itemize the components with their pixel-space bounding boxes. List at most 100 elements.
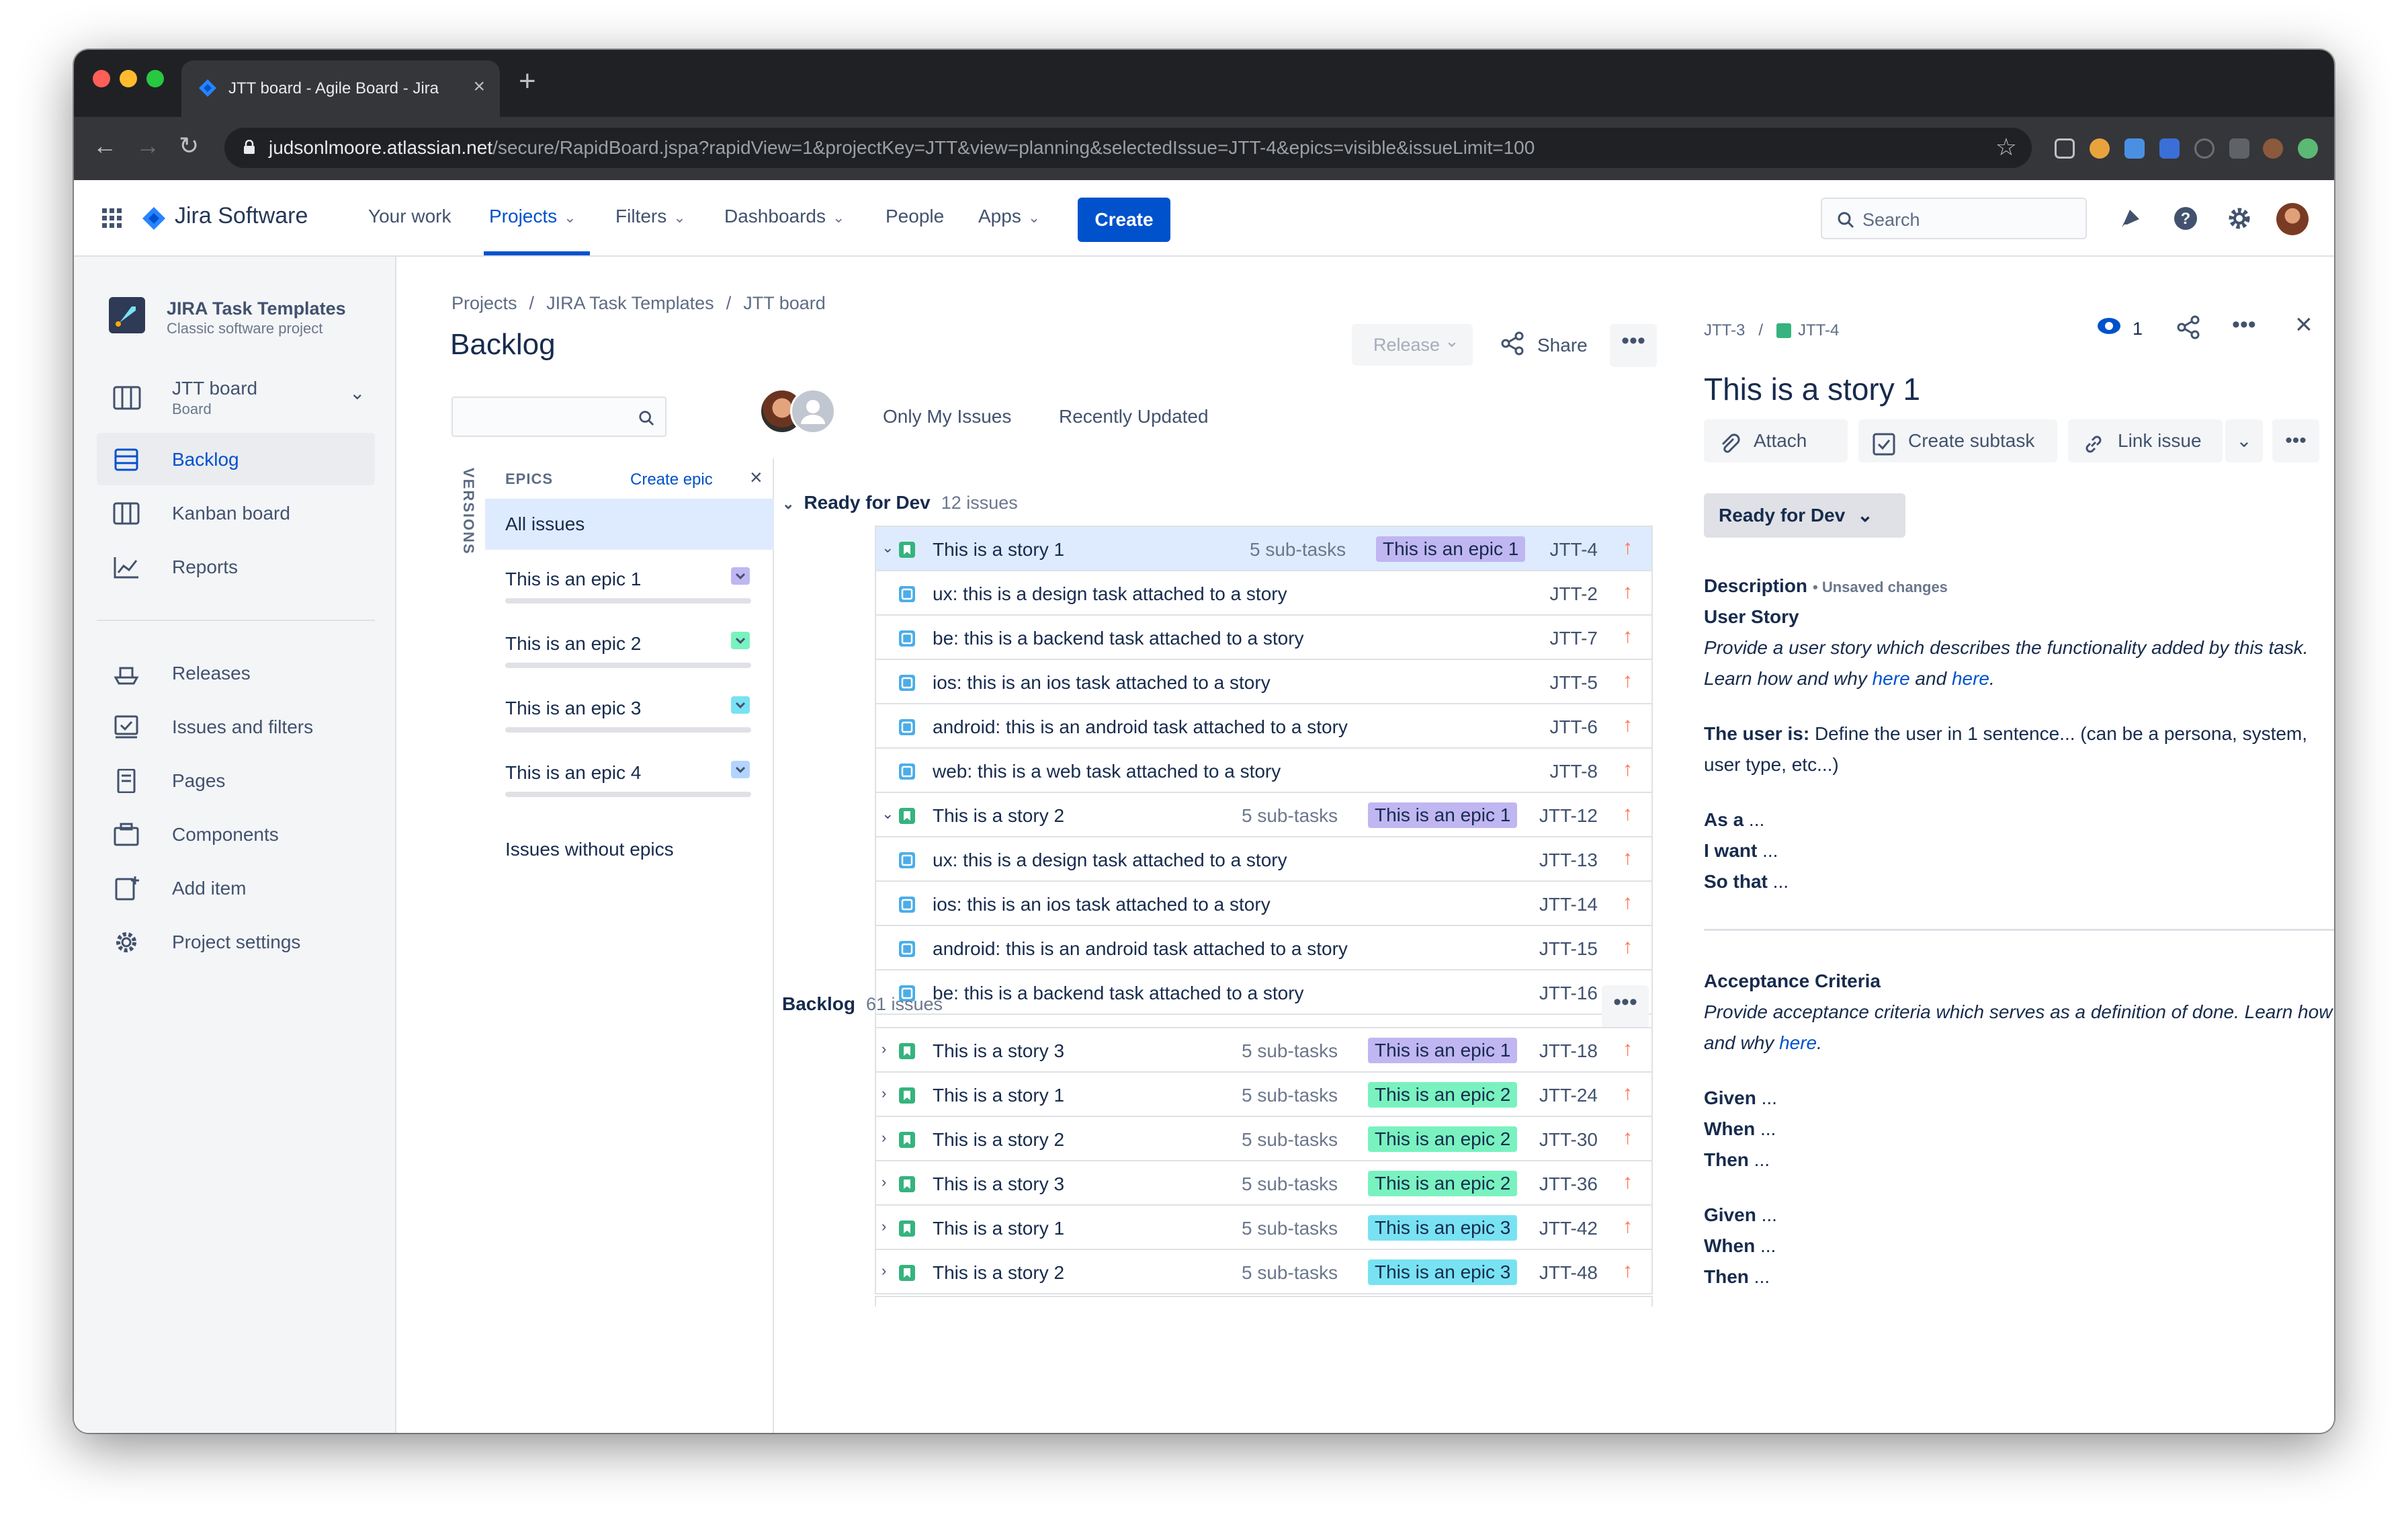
sidebar-item-pages[interactable]: Pages	[97, 754, 375, 806]
issue-key[interactable]: JTT-48	[1539, 1262, 1598, 1284]
issue-row[interactable]: › This is a story 1 5 sub-tasks This is an …	[876, 1073, 1651, 1117]
watchers-button[interactable]: 1	[2096, 316, 2143, 345]
nav-projects[interactable]: Projects ⌄	[489, 206, 576, 227]
unassigned-filter-avatar[interactable]	[790, 388, 836, 434]
expand-chevron-right-icon[interactable]: ›	[882, 1173, 886, 1191]
search-input[interactable]: Search	[1821, 198, 2087, 239]
sidebar-item-issues-and-filters[interactable]: Issues and filters	[97, 700, 375, 753]
docs-extension-icon[interactable]	[2159, 138, 2180, 159]
epic-lozenge[interactable]: This is an epic 1	[1368, 1038, 1518, 1063]
create-subtask-button[interactable]: Create subtask	[1858, 419, 2057, 462]
sprint-header[interactable]: ⌄ Ready for Dev 12 issues	[782, 492, 1018, 513]
issue-key[interactable]: JTT-24	[1539, 1085, 1598, 1106]
reload-icon[interactable]: ↻	[179, 132, 199, 160]
quick-filter-only-my-issues[interactable]: Only My Issues	[883, 406, 1011, 427]
issue-key-link[interactable]: JTT-4	[1798, 321, 1839, 339]
epic-item[interactable]: This is an epic 2	[505, 625, 754, 687]
close-icon[interactable]: ×	[2295, 308, 2313, 341]
sidebar-item-add-item[interactable]: Add item	[97, 862, 375, 914]
issue-row[interactable]: › This is a story 2 5 sub-tasks This is an …	[876, 1117, 1651, 1161]
link-issue-dropdown-button[interactable]: ⌄	[2225, 419, 2263, 462]
share-icon[interactable]	[2176, 315, 2201, 343]
epic-lozenge[interactable]: This is an epic 1	[1376, 536, 1526, 562]
epic-item[interactable]: This is an epic 1	[505, 561, 754, 622]
nav-dashboards[interactable]: Dashboards ⌄	[724, 206, 845, 227]
breadcrumb-board[interactable]: JTT board	[743, 293, 826, 313]
issue-key[interactable]: JTT-30	[1539, 1129, 1598, 1151]
cookie-extension-icon[interactable]	[2090, 138, 2110, 159]
issue-row[interactable]: be: this is a backend task attached to a…	[876, 616, 1651, 660]
app-switcher-icon[interactable]	[101, 207, 124, 230]
detail-more-button[interactable]: •••	[2272, 419, 2319, 462]
issue-key[interactable]: JTT-6	[1549, 716, 1598, 738]
layers-extension-icon[interactable]	[2229, 138, 2249, 159]
address-bar[interactable]: judsonlmoore.atlassian.net/secure/RapidB…	[224, 128, 2032, 168]
epic-color-chevron-icon[interactable]	[731, 696, 750, 714]
project-avatar[interactable]	[109, 297, 145, 333]
share-button[interactable]: Share	[1500, 324, 1602, 366]
issue-row[interactable]: › This is a story 2 5 sub-tasks This is an …	[876, 1250, 1651, 1294]
epic-lozenge[interactable]: This is an epic 2	[1368, 1126, 1518, 1152]
status-dropdown[interactable]: Ready for Dev ⌄	[1704, 493, 1905, 538]
expand-chevron-down-icon[interactable]: ⌄	[882, 805, 894, 823]
close-icon[interactable]: ×	[750, 465, 763, 490]
here-link[interactable]: here	[1779, 1032, 1817, 1053]
info-extension-icon[interactable]	[2194, 138, 2214, 159]
nav-apps[interactable]: Apps ⌄	[978, 206, 1040, 227]
epic-filter-all-issues[interactable]: All issues	[485, 499, 774, 550]
issue-key[interactable]: JTT-42	[1539, 1218, 1598, 1239]
zoom-window-button[interactable]	[146, 70, 164, 87]
notifications-icon[interactable]	[2119, 206, 2143, 230]
user-avatar[interactable]	[2276, 203, 2309, 235]
minimize-window-button[interactable]	[120, 70, 137, 87]
issue-key[interactable]: JTT-8	[1549, 761, 1598, 782]
issue-key[interactable]: JTT-36	[1539, 1173, 1598, 1195]
close-tab-icon[interactable]: ×	[473, 75, 485, 98]
issue-row[interactable]: ⌄ This is a story 1 5 sub-tasks This is an …	[876, 527, 1651, 571]
nav-your-work[interactable]: Your work	[368, 206, 451, 227]
profile-avatar[interactable]	[2263, 138, 2283, 159]
forward-icon[interactable]: →	[136, 132, 160, 160]
issue-key[interactable]: JTT-15	[1539, 938, 1598, 960]
expand-chevron-down-icon[interactable]: ⌄	[882, 539, 894, 556]
update-icon[interactable]	[2298, 138, 2318, 159]
expand-chevron-right-icon[interactable]: ›	[882, 1218, 886, 1235]
issue-row[interactable]: › This is a story 1 5 sub-tasks This is an …	[876, 1206, 1651, 1250]
screen-extension-icon[interactable]	[2124, 138, 2145, 159]
issue-key[interactable]: JTT-18	[1539, 1040, 1598, 1062]
epic-lozenge[interactable]: This is an epic 3	[1368, 1259, 1518, 1285]
epic-color-chevron-icon[interactable]	[731, 567, 750, 585]
create-button[interactable]: Create	[1078, 198, 1170, 242]
issue-row[interactable]: ux: this is a design task attached to a …	[876, 837, 1651, 882]
issue-key[interactable]: JTT-16	[1539, 983, 1598, 1004]
browser-tab[interactable]: JTT board - Agile Board - Jira ×	[181, 60, 500, 117]
epic-color-chevron-icon[interactable]	[731, 632, 750, 649]
here-link[interactable]: here	[1952, 668, 1989, 689]
issue-key[interactable]: JTT-2	[1549, 583, 1598, 605]
epic-lozenge[interactable]: This is an epic 2	[1368, 1082, 1518, 1108]
project-name[interactable]: JIRA Task Templates	[167, 298, 346, 319]
sidebar-item-backlog[interactable]: Backlog	[97, 433, 375, 485]
sidebar-item-releases[interactable]: Releases	[97, 647, 375, 699]
issue-row[interactable]: › This is a story 3 5 sub-tasks This is an …	[876, 1028, 1651, 1073]
board-switcher[interactable]: JTT board Board ⌄	[97, 371, 375, 425]
issues-without-epics[interactable]: Issues without epics	[505, 839, 674, 860]
pocket-extension-icon[interactable]	[2055, 138, 2075, 159]
nav-people[interactable]: People	[886, 206, 944, 227]
sidebar-item-components[interactable]: Components	[97, 808, 375, 860]
issue-row[interactable]: ios: this is an ios task attached to a s…	[876, 660, 1651, 704]
create-epic-link[interactable]: Create epic	[630, 470, 713, 489]
help-icon[interactable]: ?	[2173, 206, 2198, 231]
issue-key[interactable]: JTT-14	[1539, 894, 1598, 915]
bookmark-star-icon[interactable]: ☆	[1995, 133, 2017, 161]
release-dropdown[interactable]: Release ⌄	[1352, 324, 1473, 366]
link-issue-button[interactable]: Link issue	[2068, 419, 2223, 462]
expand-chevron-right-icon[interactable]: ›	[882, 1129, 886, 1147]
issue-key[interactable]: JTT-12	[1539, 805, 1598, 827]
new-tab-button[interactable]: +	[519, 65, 536, 98]
epic-color-chevron-icon[interactable]	[731, 761, 750, 778]
epic-lozenge[interactable]: This is an epic 1	[1368, 802, 1518, 828]
more-icon[interactable]: •••	[2232, 312, 2256, 338]
issue-key[interactable]: JTT-13	[1539, 850, 1598, 871]
backlog-more-button[interactable]: •••	[1602, 985, 1649, 1028]
